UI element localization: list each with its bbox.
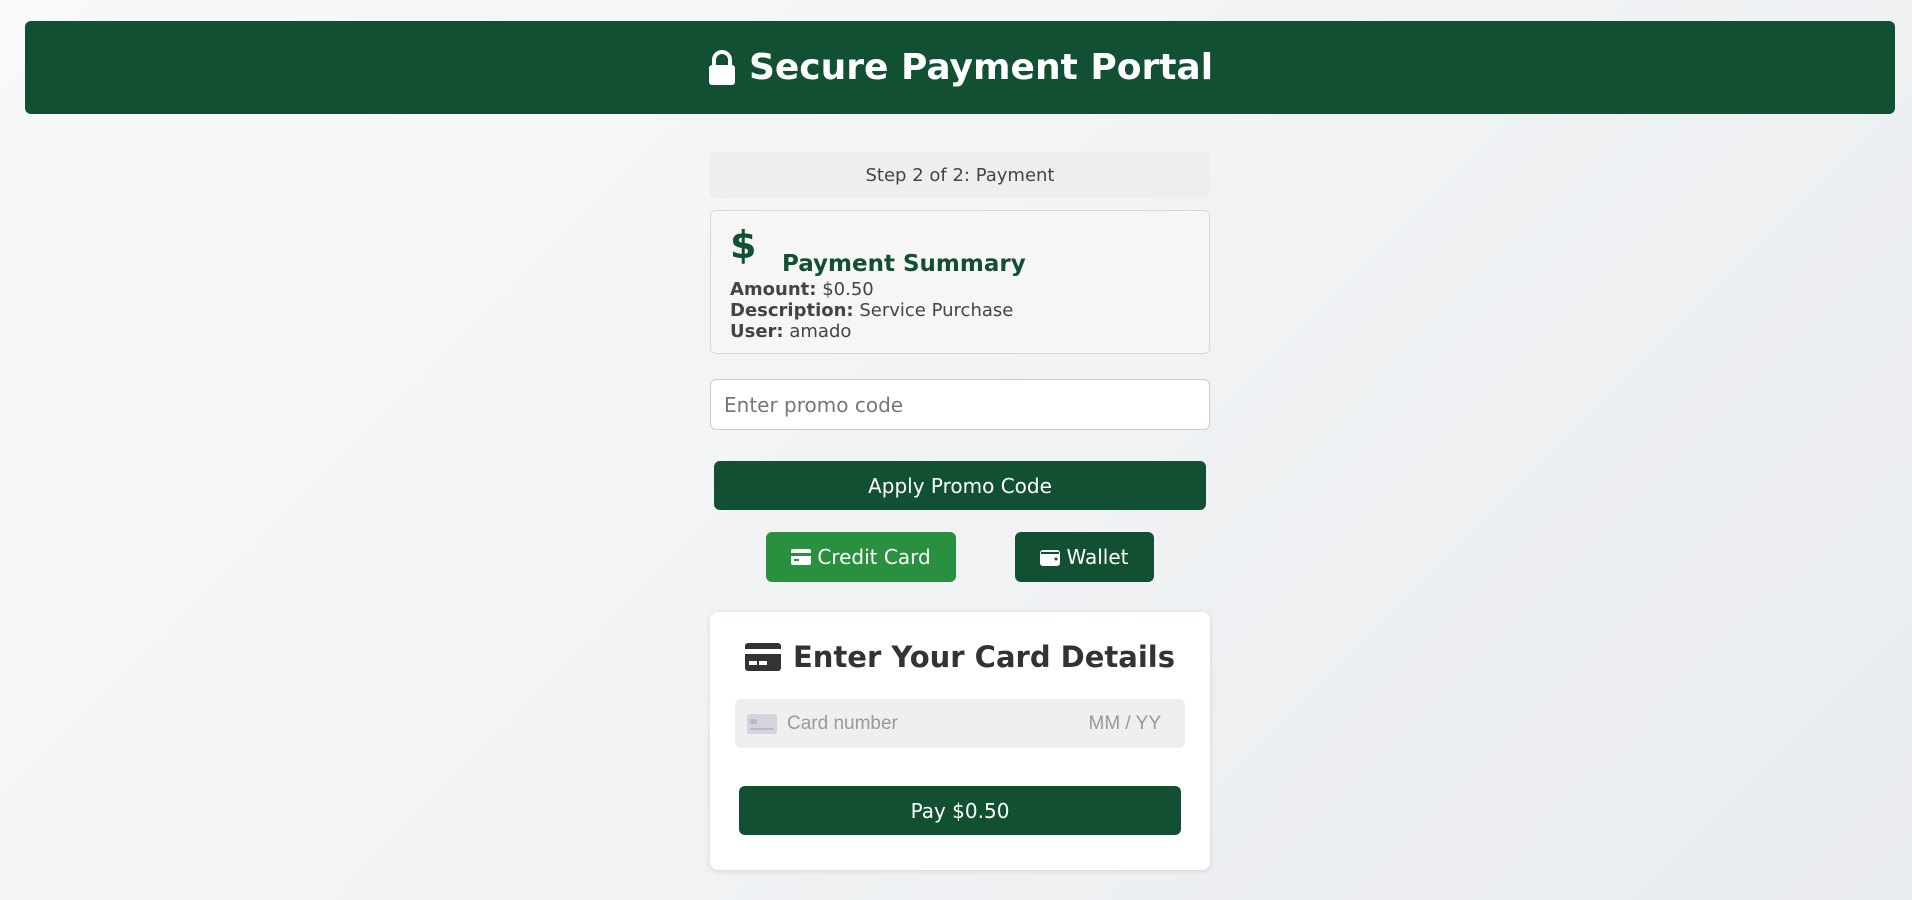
card-number-placeholder: Card number [787, 712, 898, 734]
summary-title: Payment Summary [782, 251, 1026, 277]
user-value: amado [789, 321, 852, 342]
apply-promo-button[interactable]: Apply Promo Code [714, 461, 1206, 510]
wallet-method-button[interactable]: Wallet [1015, 532, 1154, 582]
credit-card-icon [791, 549, 812, 565]
card-brand-icon [747, 713, 777, 734]
summary-description-row: Description: Service Purchase [730, 300, 1190, 321]
amount-label: Amount: [730, 279, 817, 300]
summary-user-row: User: amado [730, 321, 1190, 342]
dollar-icon: $ [730, 223, 757, 267]
payment-summary: $ Payment Summary Amount: $0.50 Descript… [710, 210, 1210, 354]
card-number-field[interactable]: Card number MM / YY [735, 699, 1185, 748]
promo-code-input[interactable] [710, 379, 1210, 430]
summary-amount-row: Amount: $0.50 [730, 279, 1190, 300]
wallet-method-label: Wallet [1066, 545, 1129, 569]
credit-card-icon [744, 643, 781, 671]
wallet-icon [1040, 549, 1061, 566]
credit-card-method-button[interactable]: Credit Card [766, 532, 956, 582]
payment-container: Step 2 of 2: Payment $ Payment Summary A… [710, 152, 1210, 870]
credit-card-method-label: Credit Card [817, 545, 931, 569]
user-label: User: [730, 321, 784, 342]
expiry-placeholder[interactable]: MM / YY [1089, 713, 1162, 735]
description-value: Service Purchase [859, 300, 1014, 321]
card-details-title: Enter Your Card Details [792, 640, 1175, 674]
description-label: Description: [730, 300, 854, 321]
payment-method-selector: Credit Card Wallet [710, 510, 1210, 582]
page-title: Secure Payment Portal [748, 47, 1214, 88]
card-details-heading: Enter Your Card Details [735, 638, 1185, 676]
amount-value: $0.50 [822, 279, 874, 300]
card-details-panel: Enter Your Card Details Card number MM /… [710, 612, 1210, 870]
pay-button[interactable]: Pay $0.50 [739, 786, 1181, 835]
step-indicator: Step 2 of 2: Payment [710, 152, 1210, 198]
lock-icon [708, 49, 735, 85]
page-header: Secure Payment Portal [25, 21, 1895, 114]
